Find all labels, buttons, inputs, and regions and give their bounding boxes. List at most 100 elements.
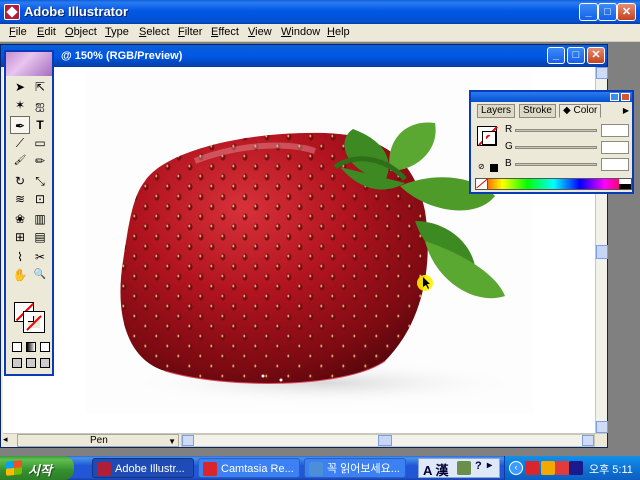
taskbar-item-illustrator[interactable]: Adobe Illustr...	[92, 458, 194, 478]
color-panel-title-bar[interactable]	[471, 92, 632, 102]
zoom-tool-icon[interactable]: 🔍	[30, 266, 50, 284]
horizontal-scrollbar[interactable]	[181, 434, 595, 447]
tray-expand-icon[interactable]: ‹	[509, 461, 523, 475]
type-tool-icon[interactable]: T	[30, 116, 50, 134]
close-button[interactable]: ✕	[617, 3, 636, 21]
menu-window[interactable]: Window	[281, 26, 320, 38]
scroll-right-button[interactable]	[582, 435, 594, 446]
red-value-input[interactable]	[601, 124, 629, 137]
doc-minimize-button[interactable]: _	[547, 47, 565, 64]
ime-menu-icon[interactable]: ▸	[487, 460, 492, 471]
magic-wand-tool-icon[interactable]: ✶	[10, 96, 30, 114]
menu-view[interactable]: View	[248, 26, 272, 38]
taskbar-item-label: Camtasia Re...	[221, 463, 294, 475]
ime-mode-text[interactable]: A 漢	[423, 460, 449, 479]
selection-tool-icon[interactable]: ➤	[10, 78, 30, 96]
none-mode-button[interactable]	[40, 342, 50, 352]
document-title-bar[interactable]: @ 150% (RGB/Preview) _ □ ✕	[1, 45, 607, 67]
strawberry-image[interactable]	[85, 71, 533, 413]
menu-filter[interactable]: Filter	[178, 26, 202, 38]
spectrum-black-white-swatch[interactable]	[619, 179, 631, 189]
maximize-button[interactable]: □	[598, 3, 617, 21]
vertical-scroll-thumb[interactable]	[596, 245, 608, 259]
panel-close-button[interactable]	[621, 93, 630, 101]
color-spectrum-bar[interactable]	[475, 178, 632, 190]
menu-file[interactable]: File	[9, 26, 27, 38]
direct-selection-tool-icon[interactable]: ⇱	[30, 78, 50, 96]
tab-color[interactable]: ◆ Color	[559, 104, 602, 118]
symbol-sprayer-tool-icon[interactable]: ❀	[10, 210, 30, 228]
graph-tool-icon[interactable]: ▥	[30, 210, 50, 228]
toolbox-panel[interactable]: ➤ ⇱ ✶ ஐ ✒ T ⟋ ▭ 🖌 ✏ ↻ ⤡ ≋ ⊡ ❀ ▥ ⊞ ▤ ⌇ ✂ …	[4, 50, 54, 376]
lasso-tool-icon[interactable]: ஐ	[30, 96, 50, 114]
menu-edit[interactable]: Edit	[37, 26, 56, 38]
green-slider[interactable]	[515, 146, 597, 149]
spectrum-none-swatch[interactable]	[476, 179, 488, 189]
rotate-tool-icon[interactable]: ↻	[10, 172, 30, 190]
clock[interactable]: 오후 5:11	[589, 461, 633, 477]
full-screen-menu-mode-button[interactable]	[26, 358, 36, 368]
hand-tool-icon[interactable]: ✋	[10, 266, 30, 284]
blue-slider[interactable]	[515, 163, 597, 166]
panel-none-icon[interactable]: ⊘	[478, 162, 485, 171]
ime-pad-icon[interactable]	[457, 461, 471, 475]
gradient-mode-button[interactable]	[26, 342, 36, 352]
taskbar-item-readme[interactable]: 꼭 읽어보세요...	[304, 458, 406, 478]
pen-tool-icon[interactable]: ✒	[10, 116, 30, 134]
mesh-tool-icon[interactable]: ⊞	[10, 228, 30, 246]
line-tool-icon[interactable]: ⟋	[10, 134, 30, 152]
scroll-down-button[interactable]	[596, 421, 608, 433]
blue-label: B	[505, 158, 512, 169]
free-transform-tool-icon[interactable]: ⊡	[30, 190, 50, 208]
tray-security-icon[interactable]	[555, 461, 569, 475]
warp-tool-icon[interactable]: ≋	[10, 190, 30, 208]
color-mode-button[interactable]	[12, 342, 22, 352]
panel-menu-arrow-icon[interactable]: ▶	[623, 106, 629, 115]
pencil-tool-icon[interactable]: ✏	[30, 152, 50, 170]
windows-logo-icon	[6, 460, 22, 476]
color-panel[interactable]: Layers Stroke ◆ Color ▶ ⊘ R G B	[469, 90, 634, 194]
ime-toolbar[interactable]: A 漢 ? ▸	[418, 458, 500, 478]
scroll-up-button[interactable]	[596, 67, 608, 79]
camtasia-tray-icon[interactable]	[525, 461, 539, 475]
menu-effect[interactable]: Effect	[211, 26, 239, 38]
tray-app-icon[interactable]	[541, 461, 555, 475]
tab-stroke[interactable]: Stroke	[519, 104, 556, 118]
scroll-left-button[interactable]	[182, 435, 194, 446]
red-slider[interactable]	[515, 129, 597, 132]
stroke-swatch[interactable]	[23, 311, 45, 333]
artboard[interactable]	[85, 71, 533, 413]
start-button[interactable]: 시작	[0, 456, 74, 480]
panel-stroke-swatch[interactable]	[482, 131, 496, 145]
status-tool-dropdown[interactable]: Pen ▼	[17, 434, 179, 447]
scale-tool-icon[interactable]: ⤡	[30, 172, 50, 190]
blue-value-input[interactable]	[601, 158, 629, 171]
gradient-tool-icon[interactable]: ▤	[30, 228, 50, 246]
panel-minimize-button[interactable]	[610, 93, 619, 101]
toolbox-header-art[interactable]	[6, 52, 52, 76]
chevron-down-icon[interactable]: ▼	[168, 436, 176, 447]
green-value-input[interactable]	[601, 141, 629, 154]
panel-black-swatch[interactable]	[490, 164, 498, 172]
rectangle-tool-icon[interactable]: ▭	[30, 134, 50, 152]
taskbar-item-camtasia[interactable]: Camtasia Re...	[198, 458, 300, 478]
scissors-tool-icon[interactable]: ✂	[30, 248, 50, 266]
media-player-tray-icon[interactable]	[569, 461, 583, 475]
eyedropper-tool-icon[interactable]: ⌇	[10, 248, 30, 266]
tab-layers[interactable]: Layers	[477, 104, 516, 118]
doc-maximize-button[interactable]: □	[567, 47, 585, 64]
horizontal-scroll-thumb[interactable]	[378, 435, 392, 446]
paintbrush-tool-icon[interactable]: 🖌	[10, 152, 30, 170]
full-screen-mode-button[interactable]	[40, 358, 50, 368]
menu-help[interactable]: Help	[327, 26, 350, 38]
menu-object[interactable]: Object	[65, 26, 97, 38]
minimize-button[interactable]: _	[579, 3, 598, 21]
app-title-bar[interactable]: Adobe Illustrator _ □ ✕	[0, 0, 640, 24]
ime-help-icon[interactable]: ?	[475, 460, 482, 472]
standard-screen-mode-button[interactable]	[12, 358, 22, 368]
menu-type[interactable]: Type	[105, 26, 129, 38]
doc-close-button[interactable]: ✕	[587, 47, 605, 64]
zoom-arrow-icon[interactable]: ◂	[3, 434, 15, 447]
illustrator-app-icon[interactable]	[4, 4, 20, 20]
menu-select[interactable]: Select	[139, 26, 170, 38]
